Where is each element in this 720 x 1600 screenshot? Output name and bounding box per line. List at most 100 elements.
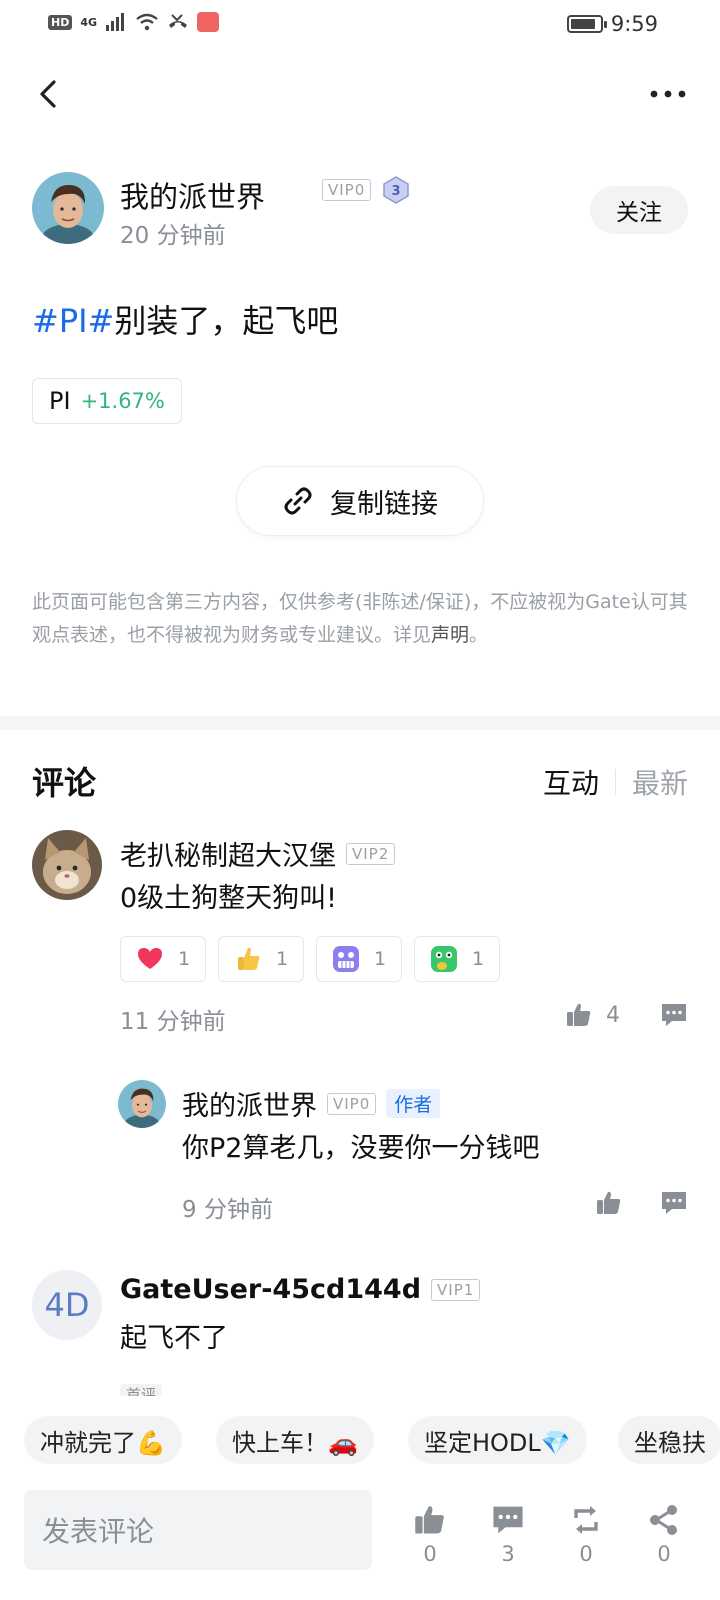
status-right: 9:59 bbox=[566, 12, 658, 36]
avatar-image bbox=[32, 172, 104, 244]
comment-text: 起飞不了 bbox=[120, 1323, 228, 1354]
post-text: #PI#别装了，起飞吧 bbox=[32, 296, 338, 342]
like-count: 4 bbox=[606, 1002, 620, 1028]
comment-input[interactable]: 发表评论 bbox=[24, 1490, 372, 1570]
comment-count: 3 bbox=[501, 1542, 515, 1566]
reply-comment-icon[interactable] bbox=[660, 1002, 688, 1028]
repost-count: 0 bbox=[579, 1542, 593, 1566]
quick-reply-chip[interactable]: 快上车！🚗 bbox=[216, 1416, 374, 1464]
back-button[interactable] bbox=[32, 76, 68, 112]
repost-icon bbox=[574, 1506, 598, 1534]
comments-title: 评论 bbox=[32, 764, 97, 802]
avatar[interactable] bbox=[32, 172, 104, 244]
reaction-count: 1 bbox=[373, 948, 387, 970]
reaction-thumbs-up[interactable]: 1 bbox=[218, 936, 304, 982]
author-badges: VIP0 3 bbox=[322, 174, 410, 206]
coin-change: +1.67% bbox=[80, 389, 165, 413]
reaction-heart[interactable]: 1 bbox=[120, 936, 206, 982]
avatar[interactable] bbox=[118, 1080, 166, 1128]
level-number: 3 bbox=[392, 184, 401, 199]
reactions: 1 1 1 1 bbox=[120, 936, 500, 982]
share-count: 0 bbox=[657, 1542, 671, 1566]
sort-tabs: 互动 最新 bbox=[543, 762, 688, 802]
avatar-initials: 4D bbox=[44, 1286, 90, 1324]
reply-author-name[interactable]: 我的派世界 bbox=[182, 1084, 317, 1123]
vip-badge: VIP1 bbox=[431, 1278, 481, 1301]
comment-actions: 4 bbox=[566, 1002, 688, 1028]
avatar[interactable] bbox=[32, 830, 102, 900]
vip-badge: VIP0 bbox=[327, 1092, 377, 1115]
battery-icon bbox=[566, 15, 607, 33]
reply-item: 我的派世界 VIP0 作者 你P2算老几，没要你一分钱吧 9 分钟前 bbox=[32, 1080, 688, 1223]
more-horizontal-icon bbox=[650, 90, 686, 98]
quick-reply-chip[interactable]: 冲就完了💪 bbox=[24, 1416, 182, 1464]
comment-author: 老扒秘制超大汉堡 VIP2 bbox=[120, 834, 396, 873]
comment-item: 老扒秘制超大汉堡 VIP2 0级土狗整天狗叫! 1 1 1 1 11 分钟前 4 bbox=[32, 830, 688, 1050]
disclaimer: 此页面可能包含第三方内容，仅供参考(非陈述/保证)，不应被视为Gate认可其观点… bbox=[32, 586, 688, 652]
reaction-count: 1 bbox=[177, 948, 191, 970]
status-left: HD 4G bbox=[48, 12, 220, 32]
link-icon bbox=[284, 487, 312, 515]
chevron-left-icon bbox=[40, 80, 56, 108]
quick-reply-chip[interactable]: 坐稳扶 bbox=[618, 1416, 720, 1464]
top-nav bbox=[0, 70, 720, 118]
comment-text: 0级土狗整天狗叫! bbox=[120, 883, 338, 914]
hashtag-link[interactable]: #PI# bbox=[32, 302, 114, 340]
hd-badge: HD bbox=[48, 14, 73, 30]
post-author: 我的派世界 VIP0 3 20 分钟前 关注 bbox=[32, 172, 688, 252]
more-button[interactable] bbox=[648, 76, 688, 112]
cat-avatar-image bbox=[32, 830, 102, 900]
thinking-emoji-icon bbox=[430, 946, 457, 972]
author-name[interactable]: 我的派世界 bbox=[120, 174, 265, 216]
reaction-thinking[interactable]: 1 bbox=[414, 936, 500, 982]
app-notification-icon bbox=[197, 12, 220, 32]
comment-item: 4D GateUser-45cd144d VIP1 起飞不了 首评 bbox=[32, 1270, 688, 1398]
status-bar: HD 4G 9:59 bbox=[0, 0, 720, 48]
heart-icon bbox=[137, 948, 162, 969]
level-badge-icon: 3 bbox=[383, 176, 410, 204]
disclaimer-link[interactable]: 声明 bbox=[431, 624, 469, 646]
copy-link-button[interactable]: 复制链接 bbox=[236, 466, 484, 536]
missed-call-icon bbox=[169, 14, 188, 28]
tab-interactive[interactable]: 互动 bbox=[543, 762, 599, 802]
like-count: 0 bbox=[423, 1542, 437, 1566]
reply-comment-icon[interactable] bbox=[660, 1190, 688, 1216]
like-button[interactable]: 0 bbox=[400, 1504, 460, 1566]
reply-text: 你P2算老几，没要你一分钱吧 bbox=[182, 1133, 540, 1164]
tab-latest[interactable]: 最新 bbox=[632, 762, 688, 802]
avatar[interactable]: 4D bbox=[32, 1270, 102, 1340]
disclaimer-text: 此页面可能包含第三方内容，仅供参考(非陈述/保证)，不应被视为Gate认可其观点… bbox=[32, 591, 688, 646]
coin-symbol: PI bbox=[49, 387, 71, 415]
share-icon bbox=[650, 1505, 677, 1535]
comment-button[interactable]: 3 bbox=[478, 1504, 538, 1566]
status-time: 9:59 bbox=[610, 12, 658, 36]
follow-button[interactable]: 关注 bbox=[590, 186, 688, 234]
grimace-emoji-icon bbox=[332, 946, 359, 972]
repost-button[interactable]: 0 bbox=[556, 1504, 616, 1566]
coin-chip[interactable]: PI +1.67% bbox=[32, 378, 182, 424]
comments-header: 评论 互动 最新 bbox=[32, 758, 688, 806]
thumbs-up-icon[interactable] bbox=[566, 1002, 592, 1028]
quick-reply-chip[interactable]: 坚定HODL💎 bbox=[408, 1416, 587, 1464]
section-divider bbox=[0, 716, 720, 730]
network-label: 4G bbox=[80, 15, 98, 29]
reply-author: 我的派世界 VIP0 作者 bbox=[182, 1084, 441, 1123]
thumbs-up-icon[interactable] bbox=[596, 1190, 622, 1216]
post-time: 20 分钟前 bbox=[120, 223, 226, 249]
share-button[interactable]: 0 bbox=[634, 1504, 694, 1566]
reaction-grimace[interactable]: 1 bbox=[316, 936, 402, 982]
reaction-count: 1 bbox=[471, 948, 485, 970]
tab-separator bbox=[614, 769, 616, 795]
thumbs-up-icon bbox=[415, 1506, 444, 1534]
reply-time: 9 分钟前 bbox=[182, 1197, 273, 1223]
vip-badge: VIP2 bbox=[346, 842, 396, 865]
comment-icon bbox=[493, 1506, 523, 1534]
vip-badge: VIP0 bbox=[322, 179, 372, 201]
comment-author: GateUser-45cd144d VIP1 bbox=[120, 1274, 481, 1305]
signal-icon bbox=[106, 13, 125, 31]
comment-author-name[interactable]: GateUser-45cd144d bbox=[120, 1274, 421, 1305]
wifi-icon bbox=[136, 13, 158, 31]
comment-author-name[interactable]: 老扒秘制超大汉堡 bbox=[120, 834, 336, 873]
thumbs-up-emoji-icon bbox=[237, 947, 260, 970]
quick-reply-bar: 冲就完了💪 快上车！🚗 坚定HODL💎 坐稳扶 bbox=[0, 1412, 720, 1468]
